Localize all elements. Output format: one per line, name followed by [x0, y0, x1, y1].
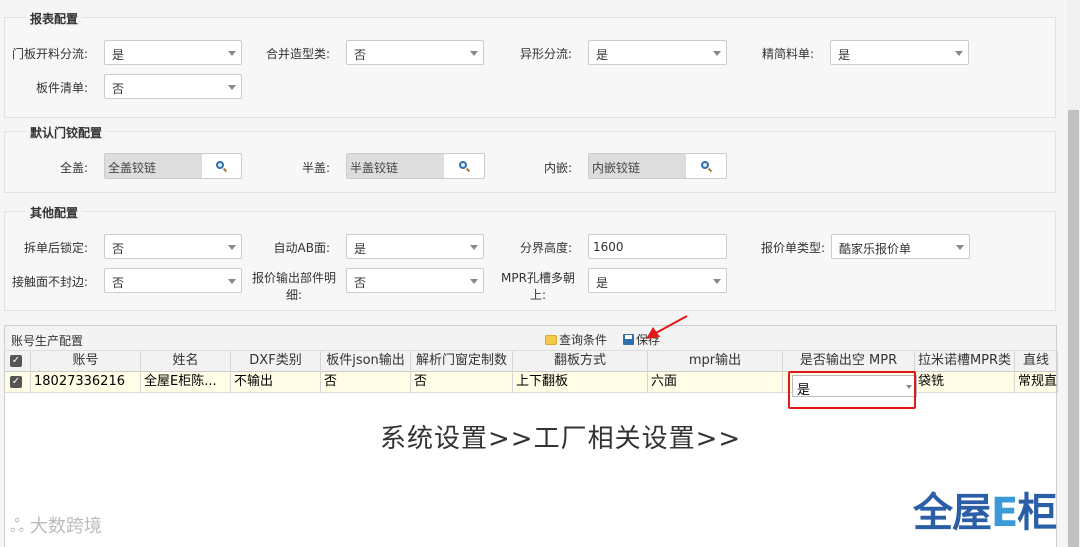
lookup-button[interactable] [686, 154, 726, 178]
chevron-down-icon [228, 245, 236, 250]
report-config-legend: 报表配置 [26, 10, 83, 27]
brand-logo: 全屋E柜 [913, 490, 1057, 536]
auto-ab-face-label: 自动AB面: [273, 241, 331, 255]
column-header[interactable]: 账号 [31, 351, 141, 372]
table-cell[interactable]: 六面 [648, 372, 783, 393]
chevron-down-icon [228, 85, 236, 90]
quote-part-detail-label: 报价输出部件明细: [251, 271, 336, 302]
column-header[interactable]: 板件json输出 [321, 351, 411, 372]
table-cell[interactable]: 袋铣 [915, 372, 1015, 393]
table-cell[interactable]: 全屋E柜陈... [141, 372, 231, 393]
table-cell[interactable]: 不输出 [231, 372, 321, 393]
auto-ab-face-select[interactable]: 是 [346, 234, 484, 259]
folder-icon [545, 334, 557, 345]
column-header[interactable]: 是否输出空 MPR [783, 351, 915, 372]
full-overlay-lookup[interactable]: 全盖铰链 [104, 153, 242, 179]
half-overlay-lookup[interactable]: 半盖铰链 [346, 153, 485, 179]
weibo-icon: ஃ [10, 516, 25, 537]
search-icon [700, 160, 712, 172]
chevron-down-icon [713, 279, 721, 284]
watermark: ஃ 大数跨境 [10, 516, 102, 537]
table-cell[interactable]: 上下翻板 [513, 372, 648, 393]
column-header[interactable]: 翻板方式 [513, 351, 648, 372]
simplified-list-select[interactable]: 是 [830, 40, 969, 65]
mpr-hole-up-label: MPR孔槽多朝上: [501, 271, 575, 302]
chevron-down-icon [955, 51, 963, 56]
grid-toolbar: 账号生产配置 查询条件 保存 [5, 326, 1056, 351]
mpr-hole-up-select[interactable]: 是 [588, 268, 727, 293]
panel-list-select[interactable]: 否 [104, 74, 242, 99]
chevron-down-icon [470, 245, 478, 250]
chevron-down-icon [470, 51, 478, 56]
lock-after-split-label: 拆单后锁定: [23, 241, 88, 255]
column-header[interactable]: 解析门窗定制数 [411, 351, 513, 372]
save-icon [623, 334, 634, 345]
grid-header: ✓ 账号 姓名 DXF类别 板件json输出 解析门窗定制数 翻板方式 mpr输… [5, 351, 1058, 372]
column-header[interactable]: DXF类别 [231, 351, 321, 372]
half-overlay-label: 半盖: [301, 161, 330, 175]
quote-type-label: 报价单类型: [760, 241, 825, 255]
caption-text: 系统设置>>工厂相关设置>> [380, 424, 742, 454]
chevron-down-icon [470, 279, 478, 284]
row-checkbox-cell[interactable]: ✓ [5, 372, 31, 393]
irregular-split-label: 异形分流: [519, 47, 572, 61]
no-edge-contact-label: 接触面不封边: [11, 275, 88, 289]
annotation-arrow-icon [646, 315, 688, 339]
table-cell[interactable]: 否 [411, 372, 513, 393]
other-config-legend: 其他配置 [26, 204, 83, 221]
quote-type-select[interactable]: 酷家乐报价单 [831, 234, 970, 259]
panel-list-label: 板件清单: [35, 81, 88, 95]
simplified-list-label: 精简料单: [761, 47, 814, 61]
full-overlay-label: 全盖: [59, 161, 88, 175]
highlight-box [788, 371, 916, 409]
boundary-height-input[interactable]: 1600 [588, 234, 727, 259]
table-cell[interactable]: 否 [321, 372, 411, 393]
lookup-button[interactable] [201, 154, 241, 178]
table-cell[interactable]: 18027336216 [31, 372, 141, 393]
lock-after-split-select[interactable]: 否 [104, 234, 242, 259]
hinge-config-legend: 默认门铰配置 [26, 124, 107, 141]
no-edge-contact-select[interactable]: 否 [104, 268, 242, 293]
chevron-down-icon [713, 51, 721, 56]
column-header[interactable]: 直线 [1015, 351, 1058, 372]
merge-shape-select[interactable]: 否 [346, 40, 484, 65]
boundary-height-label: 分界高度: [519, 241, 572, 255]
table-cell[interactable]: 常规直 [1015, 372, 1058, 393]
inset-label: 内嵌: [543, 161, 572, 175]
report-config-section [4, 17, 1056, 118]
inset-lookup[interactable]: 内嵌铰链 [588, 153, 727, 179]
grid-title: 账号生产配置 [11, 334, 84, 348]
column-header[interactable]: 拉米诺槽MPR类 [915, 351, 1015, 372]
search-icon [458, 160, 470, 172]
scrollbar-thumb[interactable] [1068, 110, 1079, 547]
chevron-down-icon [956, 245, 964, 250]
merge-shape-label: 合并造型类: [265, 47, 330, 61]
search-icon [215, 160, 227, 172]
check-icon[interactable]: ✓ [10, 376, 22, 388]
query-button[interactable]: 查询条件 [545, 331, 607, 348]
column-header[interactable]: 姓名 [141, 351, 231, 372]
door-panel-split-select[interactable]: 是 [104, 40, 242, 65]
door-panel-split-label: 门板开料分流: [11, 47, 88, 61]
irregular-split-select[interactable]: 是 [588, 40, 727, 65]
vertical-scrollbar[interactable] [1067, 0, 1080, 547]
lookup-button[interactable] [444, 154, 484, 178]
chevron-down-icon [228, 279, 236, 284]
quote-part-detail-select[interactable]: 否 [346, 268, 484, 293]
chevron-down-icon [228, 51, 236, 56]
check-icon[interactable]: ✓ [10, 355, 22, 367]
header-checkbox-cell[interactable]: ✓ [5, 351, 31, 372]
column-header[interactable]: mpr输出 [648, 351, 783, 372]
